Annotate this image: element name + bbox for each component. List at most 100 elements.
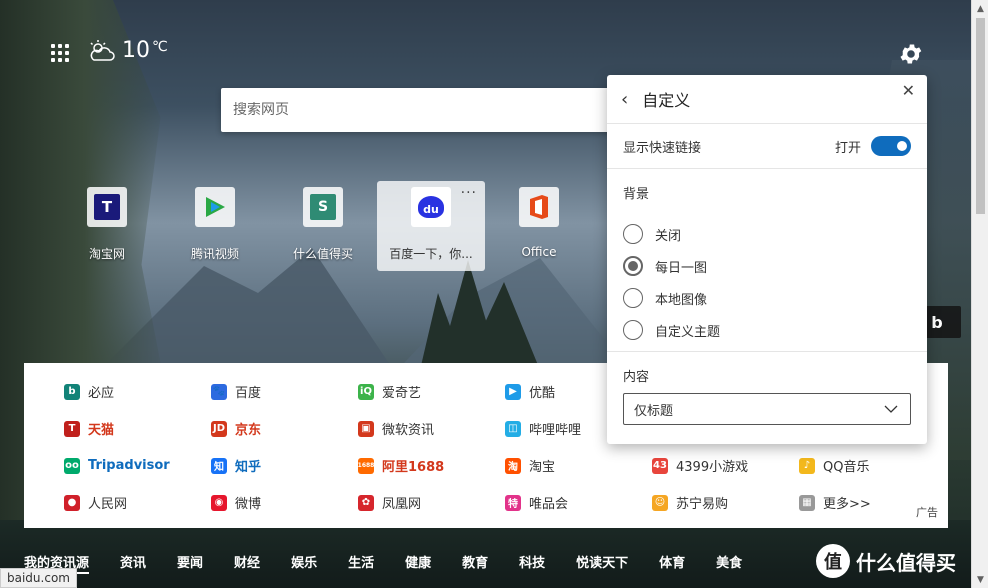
cloudy-weather-icon — [90, 39, 115, 61]
site-link[interactable]: 1688 阿里1688 — [358, 447, 505, 484]
radio-button[interactable] — [623, 224, 643, 244]
site-link[interactable]: ✿ 凤凰网 — [358, 484, 505, 521]
site-link-label: 阿里1688 — [382, 460, 445, 475]
site-link[interactable]: 43 4399小游戏 — [652, 447, 799, 484]
search-input[interactable] — [233, 102, 621, 118]
bilibili-icon: ◫ — [505, 420, 521, 437]
quick-link-label: 淘宝网 — [88, 247, 125, 261]
radio-button[interactable] — [623, 320, 643, 340]
quick-links-toggle[interactable] — [871, 136, 911, 156]
more-options-icon[interactable]: ··· — [461, 185, 477, 201]
toggle-state-label: 打开 — [834, 140, 861, 156]
site-link[interactable]: ◉ 微博 — [211, 484, 358, 521]
quick-link-taobao[interactable]: T 淘宝网 — [53, 181, 161, 271]
content-title: 内容 — [623, 370, 650, 385]
site-link[interactable]: iQ 爱奇艺 — [358, 373, 505, 410]
site-link[interactable]: 🐾 百度 — [211, 373, 358, 410]
site-link[interactable]: T 天猫 — [64, 410, 211, 447]
back-chevron-icon[interactable]: ‹ — [621, 89, 628, 110]
site-link-label: 微博 — [235, 497, 262, 512]
background-option[interactable]: 自定义主题 — [623, 314, 911, 346]
bing-icon: b — [64, 383, 80, 400]
site-link[interactable]: ☺ 苏宁易购 — [652, 484, 799, 521]
site-link[interactable]: oo Tripadvisor — [64, 447, 211, 484]
baidu-paw-icon: 🐾 — [211, 383, 227, 400]
zhihu-icon: 知 — [211, 457, 227, 474]
quick-link-label: Office — [521, 245, 557, 259]
taobao-icon: T — [87, 187, 127, 227]
qqmusic-icon: ♪ — [799, 457, 815, 474]
temperature-unit: ℃ — [152, 38, 168, 55]
chevron-down-icon — [884, 405, 898, 413]
4399-icon: 43 — [652, 457, 668, 474]
quick-link-baidu[interactable]: du ··· 百度一下，你... — [377, 181, 485, 271]
background-option[interactable]: 本地图像 — [623, 282, 911, 314]
background-option-label: 自定义主题 — [655, 324, 721, 340]
show-quick-links-label: 显示快速链接 — [623, 140, 702, 156]
search-box[interactable] — [221, 88, 621, 132]
nav-tab[interactable]: 资讯 — [120, 552, 146, 571]
people-icon: ● — [64, 494, 80, 511]
site-link-label: 4399小游戏 — [676, 460, 749, 475]
nav-tab[interactable]: 悦读天下 — [576, 552, 628, 571]
site-link-label: 淘宝 — [529, 460, 556, 475]
quick-link-label: 百度一下，你... — [389, 247, 473, 261]
background-option-label: 关闭 — [655, 228, 682, 244]
background-section: 背景 关闭 每日一图 本地图像 自定义主题 — [607, 169, 927, 352]
site-link[interactable]: 淘淘宝 — [505, 447, 652, 484]
nav-tab[interactable]: 美食 — [716, 552, 742, 571]
background-option[interactable]: 关闭 — [623, 218, 911, 250]
nav-tab[interactable]: 体育 — [659, 552, 685, 571]
background-option[interactable]: 每日一图 — [623, 250, 911, 282]
nav-tab[interactable]: 要闻 — [177, 552, 203, 571]
nav-tab[interactable]: 教育 — [462, 552, 488, 571]
radio-button[interactable] — [623, 256, 643, 276]
site-link-label: 苏宁易购 — [676, 497, 729, 512]
site-link[interactable]: ▣ 微软资讯 — [358, 410, 505, 447]
site-link[interactable]: ● 人民网 — [64, 484, 211, 521]
vip-icon: 特 — [505, 494, 521, 511]
site-link[interactable]: JD 京东 — [211, 410, 358, 447]
site-link-label: 爱奇艺 — [382, 386, 422, 401]
site-link-label: 唯品会 — [529, 497, 569, 512]
site-link-label: 必应 — [88, 386, 115, 401]
weather-widget[interactable]: 10 ℃ — [88, 38, 168, 63]
nav-tab[interactable]: 科技 — [519, 552, 545, 571]
nav-tab[interactable]: 生活 — [348, 552, 374, 571]
nav-tab[interactable]: 财经 — [234, 552, 260, 571]
msn-news-icon: ▣ — [358, 420, 374, 437]
page-scrollbar[interactable]: ▲ ▼ — [971, 0, 988, 588]
scroll-up-icon[interactable]: ▲ — [972, 0, 988, 17]
site-link[interactable]: 特唯品会 — [505, 484, 652, 521]
iqiyi-icon: iQ — [358, 383, 374, 400]
app-launcher-icon[interactable] — [51, 44, 69, 62]
ifeng-icon: ✿ — [358, 494, 374, 511]
tripadvisor-icon: oo — [64, 457, 80, 474]
quick-link-office[interactable]: Office — [485, 181, 593, 271]
quick-link-tencent-video[interactable]: 腾讯视频 — [161, 181, 269, 271]
nav-tab[interactable]: 健康 — [405, 552, 431, 571]
close-icon[interactable]: ✕ — [902, 81, 915, 100]
content-select[interactable]: 仅标题 — [623, 393, 911, 425]
background-option-label: 每日一图 — [655, 260, 708, 276]
youku-icon: ▶ — [505, 383, 521, 400]
more-sites-icon: ▦ — [799, 494, 815, 511]
jd-icon: JD — [211, 420, 227, 437]
weibo-icon: ◉ — [211, 494, 227, 511]
scroll-thumb[interactable] — [976, 18, 985, 214]
scroll-down-icon[interactable]: ▼ — [972, 571, 988, 588]
radio-button[interactable] — [623, 288, 643, 308]
nav-tab[interactable]: 娱乐 — [291, 552, 317, 571]
customize-header: ‹ 自定义 ✕ — [607, 75, 927, 124]
status-bar-url: baidu.com — [0, 568, 77, 588]
site-link-label: 微软资讯 — [382, 423, 435, 438]
site-link-label: 优酷 — [529, 386, 556, 401]
customize-title: 自定义 — [642, 91, 691, 110]
settings-gear-icon[interactable] — [898, 41, 924, 67]
site-link[interactable]: b 必应 — [64, 373, 211, 410]
quick-link-smzdm[interactable]: S 什么值得买 — [269, 181, 377, 271]
site-link[interactable]: ♪ QQ音乐 — [799, 447, 946, 484]
content-select-value: 仅标题 — [634, 403, 674, 419]
site-link[interactable]: 知知乎 — [211, 447, 358, 484]
site-link-label: 凤凰网 — [382, 497, 422, 512]
